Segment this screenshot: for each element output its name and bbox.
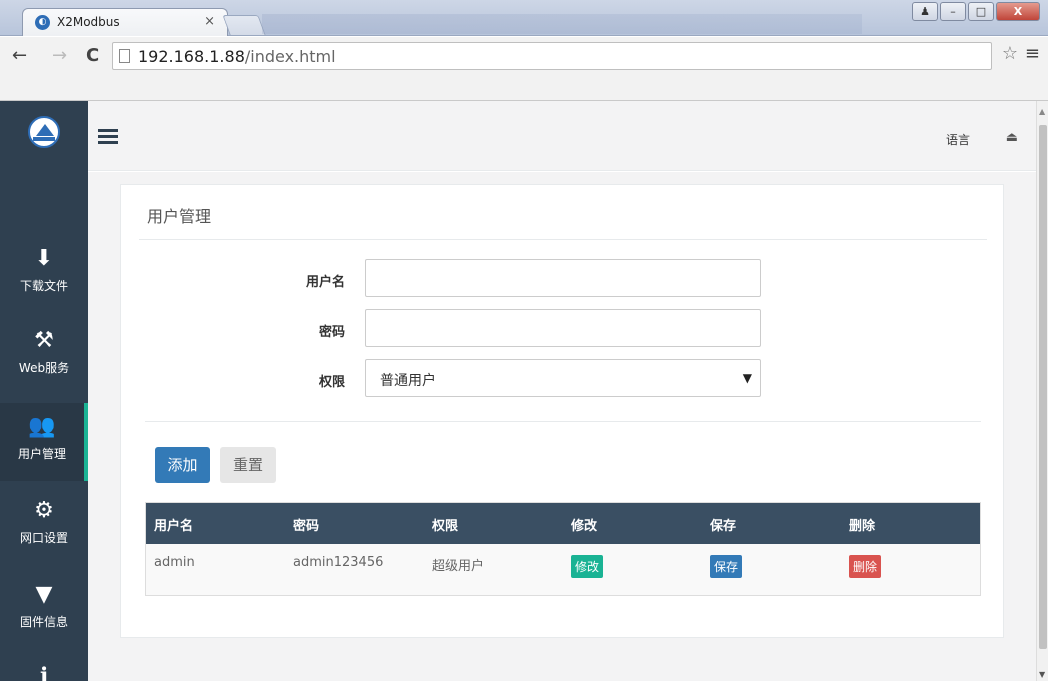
url-text: 192.168.1.88/index.html [138,47,336,66]
sidebar-item-download[interactable]: ⬇ 下载文件 [0,235,88,313]
sidebar-item-info[interactable]: ℹ [0,653,88,681]
users-table: 用户名 密码 权限 修改 保存 删除 admin admin123456 超级用… [145,502,981,596]
sidebar-item-label: 下载文件 [19,279,68,293]
hammer-icon: ⚒ [34,328,54,353]
filter-icon: ▼ [35,582,53,607]
add-button[interactable]: 添加 [155,447,210,483]
cell-password: admin123456 [293,555,384,570]
cell-save: 保存 [702,544,841,595]
divider [145,421,981,422]
top-navbar: 语言 ⏏ [88,101,1036,171]
password-label: 密码 [318,325,345,340]
menu-toggle-icon[interactable] [98,129,118,145]
column-header-username: 用户名 [154,519,194,534]
save-button[interactable]: 保存 [710,555,743,578]
sidebar-item-network[interactable]: ⚙ 网口设置 [0,487,88,565]
permission-select[interactable]: 普通用户 ▼ [365,359,761,397]
column-header-delete: 删除 [849,519,876,534]
permission-label: 权限 [318,375,345,390]
close-window-button[interactable]: X [996,2,1040,21]
maximize-button[interactable]: □ [968,2,994,21]
scroll-up-icon[interactable]: ▲ [1039,107,1045,116]
divider [139,239,987,240]
site-favicon-icon: ◐ [35,15,50,30]
delete-button[interactable]: 删除 [849,555,882,578]
sidebar-item-label: Web服务 [18,361,70,375]
address-bar[interactable]: 192.168.1.88/index.html [112,42,992,70]
back-arrow-icon[interactable]: ← [12,45,27,66]
permission-selected-value: 普通用户 [380,373,436,389]
forward-arrow-icon[interactable]: → [52,45,67,66]
sidebar: ⬇ 下载文件 ⚒ Web服务 👥 用户管理 ⚙ 网口设置 ▼ 固件信息 ℹ [0,101,88,681]
page-scrollbar[interactable]: ▲ ▼ [1036,101,1048,681]
sidebar-item-user-management[interactable]: 👥 用户管理 [0,403,88,481]
sidebar-item-label: 网口设置 [19,531,68,545]
user-profile-icon[interactable]: ♟ [912,2,938,21]
download-icon: ⬇ [34,246,54,271]
form-row-username: 用户名 [121,259,1005,299]
user-management-panel: 用户管理 用户名 密码 权限 普通用户 ▼ 添加 重置 用户名 密码 权限 修改… [120,184,1004,638]
column-header-permission: 权限 [432,519,459,534]
sidebar-item-label: 用户管理 [17,447,66,461]
new-tab-button[interactable] [222,15,266,35]
minimize-button[interactable]: – [940,2,966,21]
table-row: admin admin123456 超级用户 修改 保存 删除 [146,544,980,595]
users-icon: 👥 [28,414,56,439]
scrollbar-thumb[interactable] [1039,125,1047,649]
url-path: /index.html [244,47,336,66]
username-input[interactable] [365,259,761,297]
sidebar-item-firmware[interactable]: ▼ 固件信息 [0,571,88,649]
brand-logo[interactable] [28,116,60,148]
chevron-down-icon: ▼ [742,371,752,385]
tab-close-icon[interactable]: × [204,14,215,29]
sidebar-item-web-service[interactable]: ⚒ Web服务 [0,317,88,395]
column-header-password: 密码 [293,519,320,534]
cell-username: admin [154,555,195,570]
cell-permission: 超级用户 [432,559,485,574]
page-title: 用户管理 [147,207,212,226]
window-controls: ♟ – □ X [910,2,1040,21]
url-host: 192.168.1.88 [138,47,245,66]
bookmark-star-icon[interactable]: ☆ [1002,43,1018,64]
logout-icon[interactable]: ⏏ [1006,130,1018,145]
tab-title: X2Modbus [57,15,120,29]
blurred-bookmarks [262,14,862,34]
table-header: 用户名 密码 权限 修改 保存 删除 [146,503,980,544]
form-row-password: 密码 [121,309,1005,349]
browser-toolbar: ← → C 192.168.1.88/index.html ☆ ≡ [0,37,1048,101]
reload-icon[interactable]: C [86,45,99,66]
language-link[interactable]: 语言 [946,131,970,148]
browser-tab[interactable]: ◐ X2Modbus × [22,8,228,36]
info-icon: ℹ [39,664,49,681]
cell-edit: 修改 [563,544,702,595]
reset-button[interactable]: 重置 [220,447,276,483]
browser-titlebar: ◐ X2Modbus × ♟ – □ X [0,0,1048,36]
cell-delete: 删除 [841,544,980,595]
browser-menu-icon[interactable]: ≡ [1025,43,1040,64]
username-label: 用户名 [305,275,345,290]
sidebar-item-label: 固件信息 [19,615,68,629]
password-input[interactable] [365,309,761,347]
column-header-save: 保存 [710,519,737,534]
gear-icon: ⚙ [34,498,54,523]
page-icon [119,49,130,63]
form-row-permission: 权限 普通用户 ▼ [121,359,1005,399]
scroll-down-icon[interactable]: ▼ [1039,670,1045,679]
edit-button[interactable]: 修改 [571,555,604,578]
column-header-edit: 修改 [571,519,598,534]
